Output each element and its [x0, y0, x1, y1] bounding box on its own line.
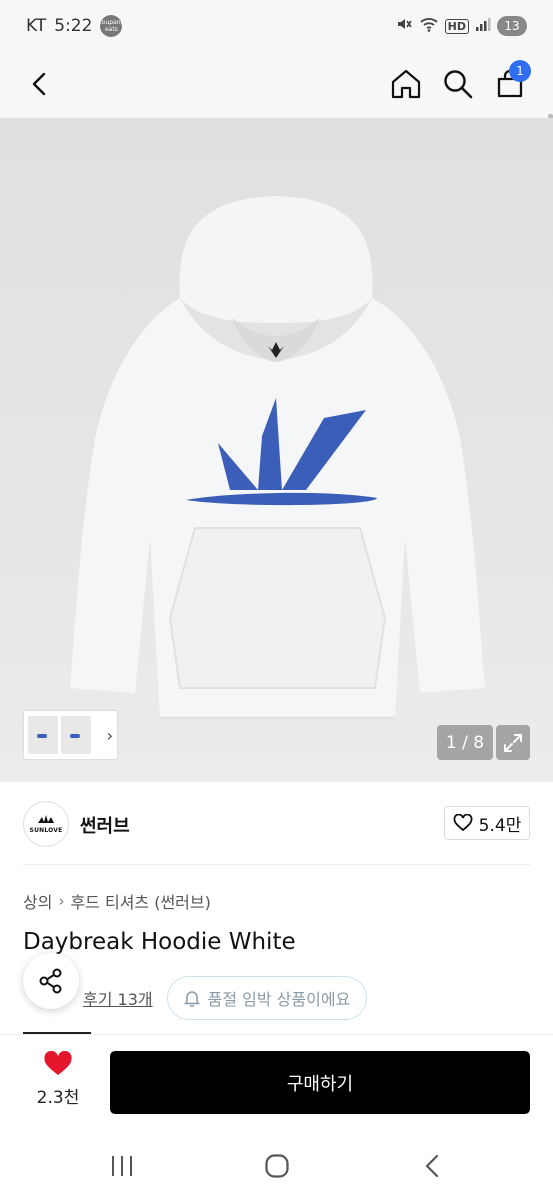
carrier-label: KT	[26, 16, 47, 36]
cart-button[interactable]: 1	[488, 60, 532, 106]
hoodie-image	[70, 196, 485, 720]
heart-filled-icon	[44, 1051, 72, 1075]
image-page-counter: 1 / 8	[437, 725, 493, 760]
thumbnail-image[interactable]	[28, 716, 58, 754]
share-icon	[39, 968, 62, 994]
breadcrumb-item[interactable]: 후드 티셔츠 (썬러브)	[70, 889, 210, 913]
expand-button[interactable]	[496, 725, 530, 760]
signal-icon	[475, 16, 491, 37]
brand-like-button[interactable]: 5.4만	[444, 806, 530, 840]
app-header: 1	[0, 52, 553, 170]
home-button[interactable]	[384, 62, 428, 106]
bell-icon	[183, 991, 200, 1007]
share-button[interactable]	[23, 953, 79, 1009]
heart-outline-icon	[453, 814, 473, 832]
breadcrumb-item[interactable]: 상의	[23, 889, 52, 913]
chevron-right-icon: ›	[58, 892, 65, 910]
wifi-icon	[419, 15, 439, 38]
product-image-gallery[interactable]: › 1 / 8	[0, 118, 553, 782]
wishlist-button[interactable]: 2.3천	[22, 1051, 94, 1115]
recent-apps-icon	[112, 1156, 132, 1176]
hd-icon: HD	[444, 18, 469, 34]
brand-logo-text: SUNLOVE	[29, 827, 63, 834]
brand-row: SUNLOVE 썬러브 5.4만	[0, 782, 553, 864]
back-nav-button[interactable]	[410, 1148, 454, 1184]
review-link[interactable]: 후기 13개	[83, 986, 153, 1010]
search-button[interactable]	[436, 62, 480, 106]
cart-count-badge: 1	[509, 60, 531, 82]
product-title: Daybreak Hoodie White	[23, 929, 296, 955]
home-nav-button[interactable]	[255, 1148, 299, 1184]
bottom-action-bar: 2.3천 구매하기	[0, 1034, 553, 1130]
brand-logo[interactable]: SUNLOVE	[23, 801, 69, 847]
mute-icon	[395, 15, 413, 38]
back-button[interactable]	[18, 62, 62, 106]
buy-button[interactable]: 구매하기	[110, 1051, 530, 1114]
recent-apps-button[interactable]	[100, 1148, 144, 1184]
home-circle-icon	[265, 1154, 289, 1178]
battery-indicator: 13	[497, 16, 527, 36]
status-bar: KT 5:22 coupang eats HD 13	[0, 0, 553, 52]
system-nav-bar	[0, 1130, 553, 1200]
divider	[23, 864, 530, 865]
thumbnail-image[interactable]	[61, 716, 91, 754]
soldout-notice-chip[interactable]: 품절 임박 상품이에요	[166, 976, 368, 1020]
wishlist-count: 2.3천	[36, 1088, 80, 1108]
back-nav-icon	[425, 1154, 439, 1178]
home-icon	[391, 69, 421, 99]
chevron-right-icon[interactable]: ›	[107, 726, 113, 745]
breadcrumb: 상의 › 후드 티셔츠 (썬러브)	[23, 889, 211, 913]
sunrise-logo-icon	[38, 815, 54, 823]
thumbnail-strip[interactable]: ›	[23, 710, 118, 760]
soldout-notice-text: 품절 임박 상품이에요	[207, 990, 351, 1009]
brand-name[interactable]: 썬러브	[80, 812, 130, 838]
back-icon	[32, 72, 46, 96]
time-label: 5:22	[54, 16, 93, 36]
search-icon	[444, 70, 473, 99]
brand-like-count: 5.4만	[478, 815, 522, 836]
expand-icon	[504, 733, 522, 752]
notification-app-icon: coupang eats	[98, 15, 124, 37]
